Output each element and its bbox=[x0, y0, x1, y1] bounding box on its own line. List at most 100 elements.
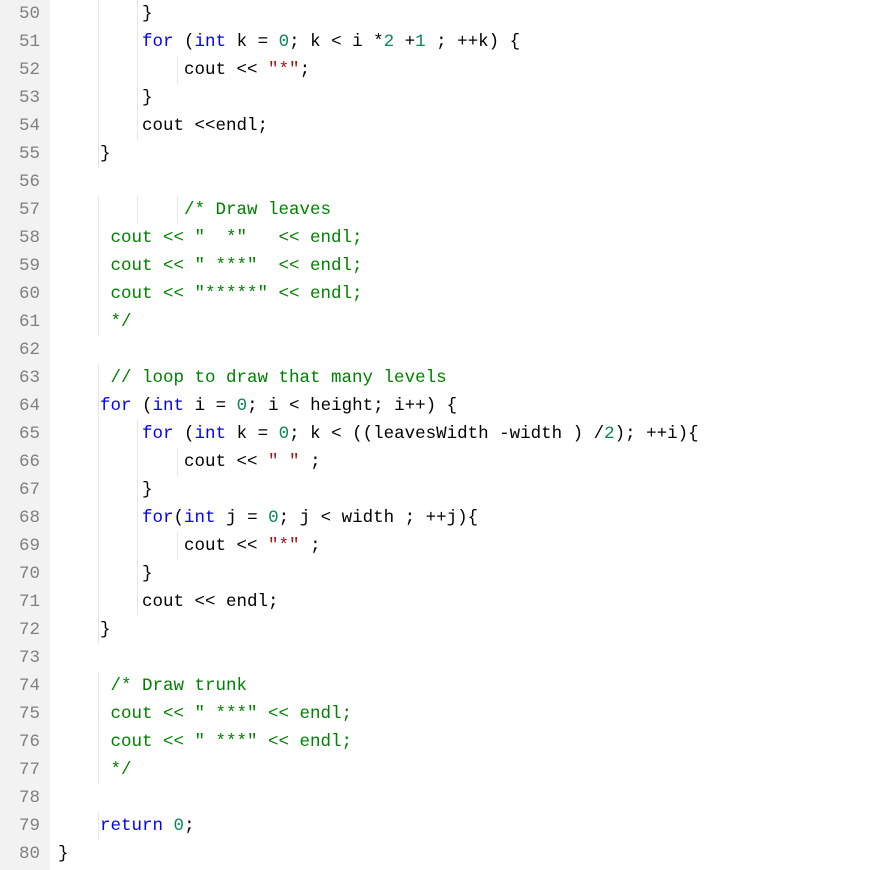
code-line[interactable]: } bbox=[58, 476, 881, 504]
code-token: ; k < ((leavesWidth -width ) / bbox=[289, 424, 604, 444]
code-token: 2 bbox=[384, 32, 395, 52]
code-line[interactable]: return 0; bbox=[58, 812, 881, 840]
line-number: 76 bbox=[6, 728, 40, 756]
indent-guide bbox=[137, 420, 138, 448]
indent-guide bbox=[98, 504, 99, 532]
indent bbox=[58, 508, 142, 528]
code-token: cout << endl; bbox=[142, 592, 279, 612]
indent-guide bbox=[98, 0, 99, 28]
code-line[interactable] bbox=[58, 784, 881, 812]
code-token: ; j < width ; ++j){ bbox=[279, 508, 479, 528]
indent-guide bbox=[137, 476, 138, 504]
code-area[interactable]: } for (int k = 0; k < i *2 +1 ; ++k) { c… bbox=[50, 0, 881, 870]
indent-guide bbox=[98, 756, 99, 784]
line-number: 51 bbox=[6, 28, 40, 56]
indent bbox=[58, 564, 142, 584]
indent-guide bbox=[137, 0, 138, 28]
code-token: ); ++i){ bbox=[615, 424, 699, 444]
indent-guide bbox=[98, 448, 99, 476]
code-token: /* Draw trunk bbox=[111, 676, 248, 696]
code-line[interactable]: } bbox=[58, 840, 881, 868]
line-number: 64 bbox=[6, 392, 40, 420]
line-number: 60 bbox=[6, 280, 40, 308]
line-number: 50 bbox=[6, 0, 40, 28]
code-token: cout << " *" << endl; bbox=[111, 228, 363, 248]
indent-guide bbox=[177, 56, 178, 84]
indent bbox=[58, 200, 184, 220]
code-line[interactable]: cout << "*****" << endl; bbox=[58, 280, 881, 308]
indent-guide bbox=[137, 532, 138, 560]
code-line[interactable]: for(int j = 0; j < width ; ++j){ bbox=[58, 504, 881, 532]
code-line[interactable]: } bbox=[58, 84, 881, 112]
indent-guide bbox=[137, 56, 138, 84]
indent-guide bbox=[137, 504, 138, 532]
indent bbox=[58, 424, 142, 444]
code-line[interactable]: cout << "*"; bbox=[58, 56, 881, 84]
code-token: int bbox=[195, 32, 227, 52]
indent-guide bbox=[137, 28, 138, 56]
indent bbox=[58, 4, 142, 24]
code-token: cout <<endl; bbox=[142, 116, 268, 136]
code-token: for bbox=[100, 396, 132, 416]
code-line[interactable]: cout <<endl; bbox=[58, 112, 881, 140]
code-token: 1 bbox=[415, 32, 426, 52]
code-line[interactable] bbox=[58, 644, 881, 672]
code-line[interactable]: cout << " ***" << endl; bbox=[58, 728, 881, 756]
line-number: 73 bbox=[6, 644, 40, 672]
code-line[interactable] bbox=[58, 336, 881, 364]
indent bbox=[58, 228, 111, 248]
code-token: } bbox=[100, 144, 111, 164]
indent-guide bbox=[177, 448, 178, 476]
code-line[interactable]: cout << " *" << endl; bbox=[58, 224, 881, 252]
code-line[interactable]: cout << " " ; bbox=[58, 448, 881, 476]
indent-guide bbox=[137, 560, 138, 588]
code-token: 0 bbox=[174, 816, 185, 836]
indent-guide bbox=[177, 196, 178, 224]
code-line[interactable]: } bbox=[58, 140, 881, 168]
code-line[interactable]: // loop to draw that many levels bbox=[58, 364, 881, 392]
indent-guide bbox=[98, 392, 99, 420]
code-line[interactable]: /* Draw trunk bbox=[58, 672, 881, 700]
line-number: 53 bbox=[6, 84, 40, 112]
line-number: 68 bbox=[6, 504, 40, 532]
code-line[interactable]: cout << "*" ; bbox=[58, 532, 881, 560]
code-line[interactable]: cout << " ***" << endl; bbox=[58, 252, 881, 280]
code-line[interactable]: /* Draw leaves bbox=[58, 196, 881, 224]
code-token: 2 bbox=[604, 424, 615, 444]
line-number: 78 bbox=[6, 784, 40, 812]
indent-guide bbox=[98, 308, 99, 336]
code-line[interactable]: */ bbox=[58, 756, 881, 784]
code-line[interactable]: for (int k = 0; k < i *2 +1 ; ++k) { bbox=[58, 28, 881, 56]
indent bbox=[58, 88, 142, 108]
code-line[interactable]: } bbox=[58, 616, 881, 644]
indent-guide bbox=[98, 728, 99, 756]
code-token: ; ++k) { bbox=[426, 32, 521, 52]
code-token: j = bbox=[216, 508, 269, 528]
code-line[interactable] bbox=[58, 168, 881, 196]
indent-guide bbox=[98, 84, 99, 112]
code-line[interactable]: for (int k = 0; k < ((leavesWidth -width… bbox=[58, 420, 881, 448]
code-line[interactable]: } bbox=[58, 0, 881, 28]
indent-guide bbox=[98, 224, 99, 252]
code-line[interactable]: cout << " ***" << endl; bbox=[58, 700, 881, 728]
code-token: cout << " ***" << endl; bbox=[111, 704, 353, 724]
code-token: i = bbox=[184, 396, 237, 416]
code-token: ( bbox=[174, 32, 195, 52]
code-token: 0 bbox=[279, 424, 290, 444]
indent-guide bbox=[98, 420, 99, 448]
indent-guide bbox=[177, 532, 178, 560]
line-number: 59 bbox=[6, 252, 40, 280]
code-token: cout << " ***" << endl; bbox=[111, 732, 353, 752]
indent-guide bbox=[98, 616, 99, 644]
code-line[interactable]: */ bbox=[58, 308, 881, 336]
code-token: ; bbox=[184, 816, 195, 836]
code-line[interactable]: cout << endl; bbox=[58, 588, 881, 616]
indent bbox=[58, 704, 111, 724]
code-line[interactable]: } bbox=[58, 560, 881, 588]
indent-guide bbox=[98, 532, 99, 560]
line-number: 54 bbox=[6, 112, 40, 140]
code-line[interactable]: for (int i = 0; i < height; i++) { bbox=[58, 392, 881, 420]
indent bbox=[58, 144, 100, 164]
code-token: cout << bbox=[184, 536, 268, 556]
indent-guide bbox=[137, 448, 138, 476]
